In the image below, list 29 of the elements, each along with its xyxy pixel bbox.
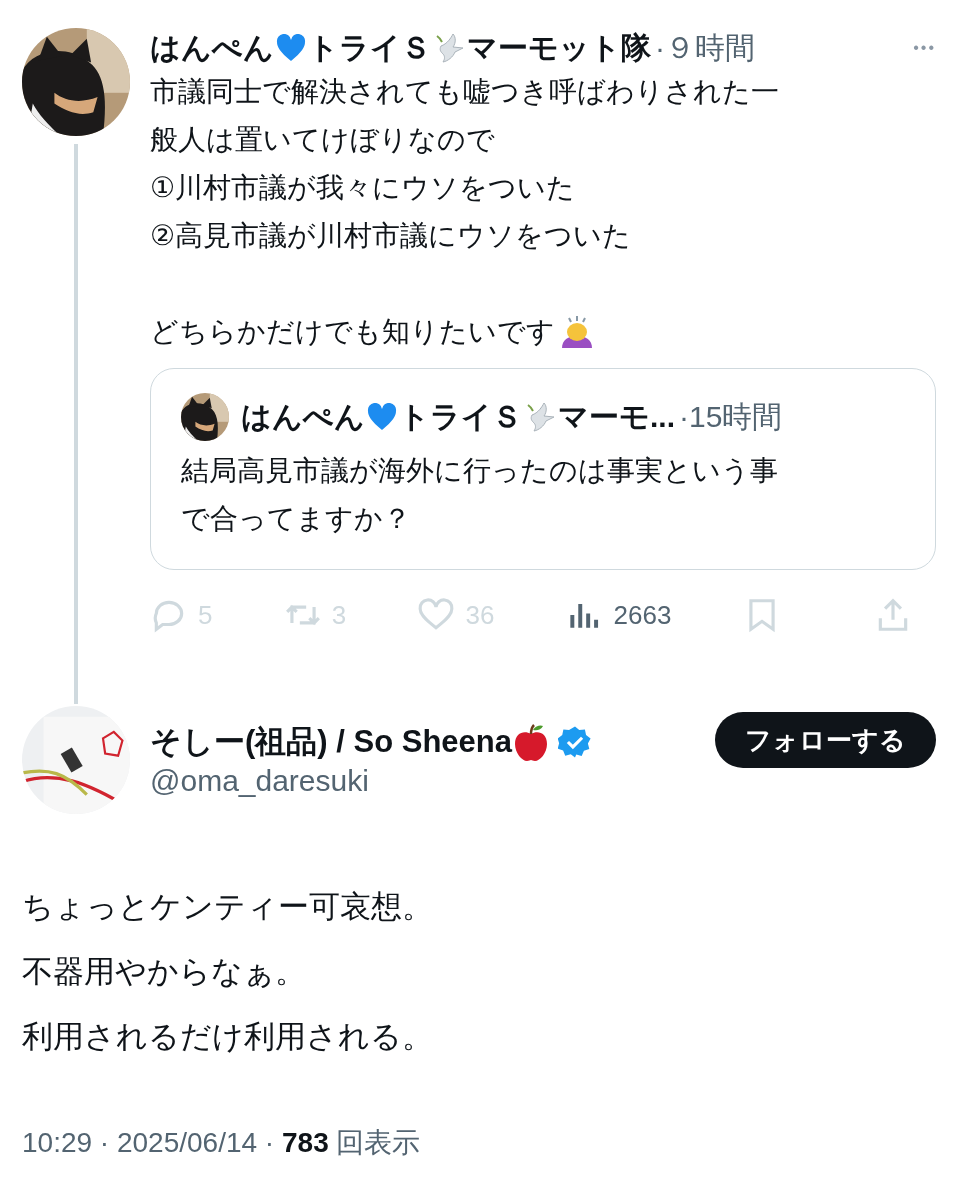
post-time: ·15時間 xyxy=(679,398,783,435)
quoted-post-card[interactable]: はんぺん トライＳ マーモ...·15時間 結局高見市議が海外に行ったのは事実という事 で合ってますか？ xyxy=(150,368,936,570)
author-name[interactable]: マーモ... xyxy=(558,396,675,438)
author-name[interactable]: そしー(祖品) / So Sheena xyxy=(150,721,512,763)
post-time: ·９時間 xyxy=(655,29,755,66)
bowing-person-icon xyxy=(559,314,595,350)
apple-icon xyxy=(512,722,550,762)
post-text: ②高見市議が川村市議にウソをついた xyxy=(150,219,632,253)
heart-icon xyxy=(276,34,306,62)
post-text: 不器用やからなぁ。 xyxy=(22,953,307,991)
action-count: 2663 xyxy=(613,599,672,631)
post-text: 般人は置いてけぼりなので xyxy=(150,123,495,157)
post-text: ちょっとケンティー可哀想。 xyxy=(22,888,434,926)
post-text: ①川村市議が我々にウソをついた xyxy=(150,171,576,205)
post-meta: 10:29 · 2025/06/14 · 783 回表示 xyxy=(22,1126,422,1160)
author-name[interactable]: トライＳ xyxy=(308,27,431,69)
post-text: 市議同士で解決されても嘘つき呼ばわりされた一 xyxy=(150,75,779,109)
author-name[interactable]: はんぺん xyxy=(150,27,274,69)
verified-badge-icon xyxy=(558,725,592,759)
author-name[interactable]: はんぺん xyxy=(241,396,365,438)
post-text: どちらかだけでも知りたいです xyxy=(150,315,555,349)
post-text: 結局高見市議が海外に行ったのは事実という事 xyxy=(181,454,778,488)
user-handle[interactable]: @oma_daresuki xyxy=(150,764,592,798)
post-text: で合ってますか？ xyxy=(181,502,411,536)
author-name[interactable]: マーモット隊 xyxy=(467,27,651,69)
post-text: 利用されるだけ利用される。 xyxy=(22,1018,434,1056)
follow-button[interactable]: フォローする xyxy=(715,712,936,768)
heart-icon xyxy=(367,403,397,431)
author-name[interactable]: トライＳ xyxy=(399,396,522,438)
